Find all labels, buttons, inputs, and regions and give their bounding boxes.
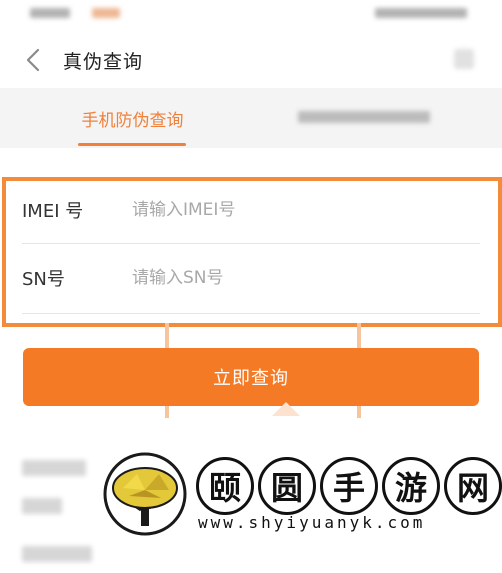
watermark-title: 颐 圆 手 游 网 (196, 457, 502, 515)
page-title: 真伪查询 (63, 51, 144, 73)
watermark-char: 手 (320, 457, 378, 515)
status-notification-icon (92, 8, 120, 18)
blurred-text (22, 498, 62, 514)
blurred-text (22, 460, 86, 476)
tab-phone-anti-counterfeit[interactable]: 手机防伪查询 (60, 88, 205, 148)
annotation-pointer (272, 402, 300, 416)
watermark-char: 网 (444, 457, 502, 515)
tab-bar: 手机防伪查询 (0, 88, 502, 148)
highlight-frame (2, 177, 502, 327)
query-now-button[interactable]: 立即查询 (23, 348, 479, 406)
watermark-char: 圆 (258, 457, 316, 515)
tab-active-indicator (78, 143, 186, 146)
watermark-char: 游 (382, 457, 440, 515)
nav-bar: 真伪查询 (0, 32, 502, 88)
status-bar (0, 0, 502, 32)
tab-label: 手机防伪查询 (81, 111, 184, 131)
status-system-icons (375, 8, 467, 18)
tab-other[interactable] (298, 108, 430, 126)
watermark-char: 颐 (196, 457, 254, 515)
blurred-text (22, 546, 92, 562)
more-icon[interactable] (454, 49, 474, 69)
back-arrow-icon[interactable] (22, 47, 46, 73)
watermark-url: www.shyiyuanyk.com (198, 513, 426, 532)
watermark-tree-logo-icon (103, 452, 187, 536)
status-time (30, 8, 70, 18)
